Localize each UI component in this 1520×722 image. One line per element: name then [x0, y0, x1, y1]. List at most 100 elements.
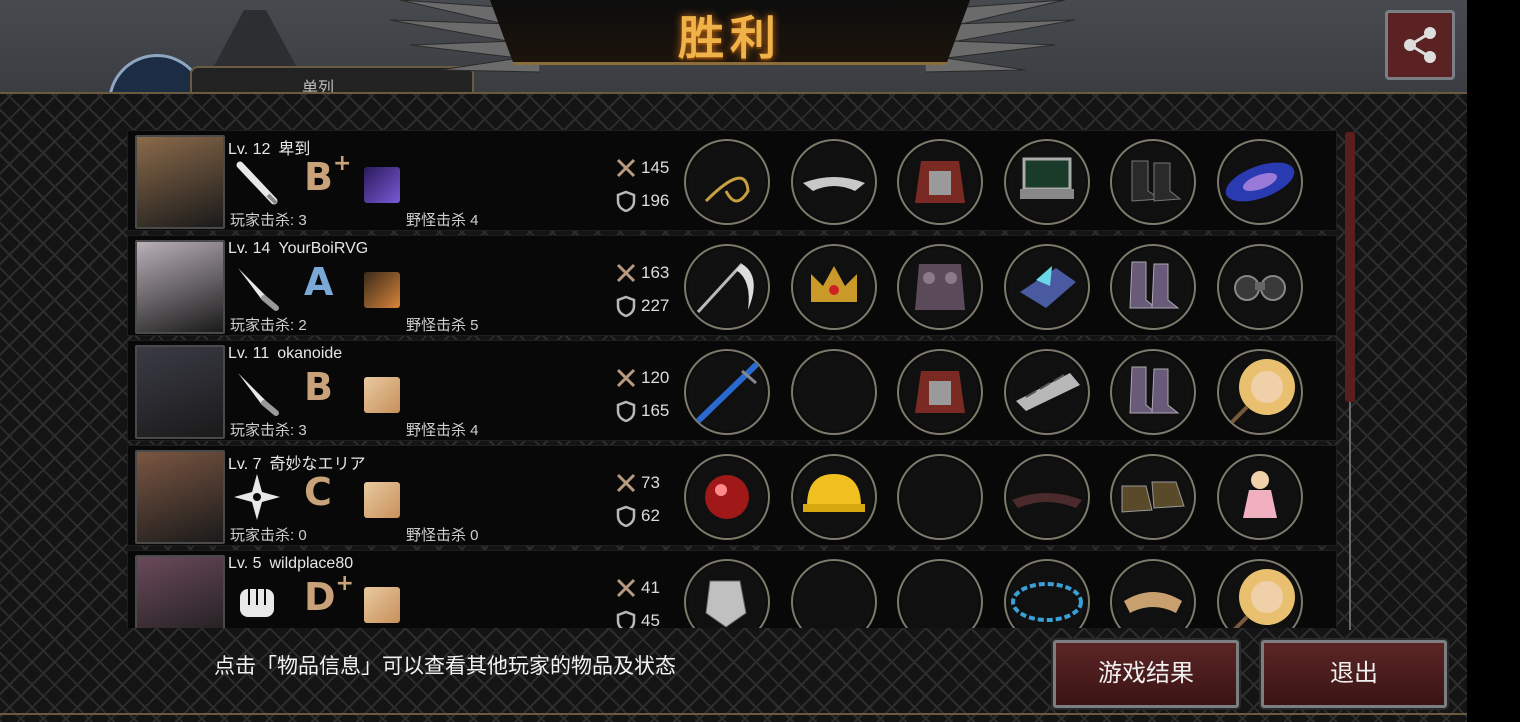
hand-skill-icon	[364, 377, 400, 413]
item-slot-gauntlet-silver[interactable]	[684, 559, 770, 628]
fan-portrait-icon	[1232, 569, 1295, 628]
player-list[interactable]: Lv. 12 卑到 B + 玩家击杀: 3 野怪击杀 4 145 196 Lv. 14 YourB…	[127, 130, 1337, 628]
player-row[interactable]: Lv. 11 okanoide B 玩家击杀: 3 野怪击杀 4 120 165	[127, 340, 1337, 441]
defense-stat: 62	[615, 505, 660, 527]
purple-beast-skill-icon	[364, 167, 400, 203]
item-slot-armor-red[interactable]	[897, 349, 983, 435]
item-slot-fan-portrait[interactable]	[1216, 559, 1303, 628]
player-header: Lv. 7 奇妙なエリア	[228, 450, 366, 474]
item-slot-galaxy[interactable]	[1216, 139, 1303, 225]
sword-blue-icon	[691, 362, 759, 428]
armor-purple-icon	[915, 264, 965, 310]
share-button[interactable]	[1385, 10, 1455, 80]
player-row[interactable]: Lv. 14 YourBoiRVG A 玩家击杀: 2 野怪击杀 5 163 227	[127, 235, 1337, 336]
player-header: Lv. 14 YourBoiRVG	[228, 240, 368, 258]
item-slot-empty[interactable]	[790, 349, 877, 435]
knife-icon	[232, 262, 282, 312]
red-orb-icon	[705, 475, 749, 519]
item-slot-empty[interactable]	[897, 454, 983, 540]
item-slot-whip[interactable]	[684, 139, 770, 225]
grade-plus: +	[332, 151, 352, 176]
shield-icon	[616, 610, 636, 628]
item-slot-armor-red[interactable]	[897, 139, 983, 225]
item-slot-fan-portrait[interactable]	[1216, 349, 1303, 435]
item-slot-circlet[interactable]	[790, 139, 877, 225]
item-slot-bracer-wood[interactable]	[1110, 559, 1196, 628]
player-portrait[interactable]	[135, 345, 225, 439]
attack-stat: 73	[615, 472, 660, 494]
item-slot-scythe[interactable]	[684, 244, 770, 330]
page-title: 胜利	[678, 12, 782, 64]
player-kills: 玩家击杀: 3	[230, 212, 307, 229]
item-slot-crown[interactable]	[790, 244, 877, 330]
item-slot-armor-purple[interactable]	[897, 244, 983, 330]
shuriken-icon	[232, 472, 282, 522]
item-slot-sword-blue[interactable]	[684, 349, 770, 435]
boots-brown-icon	[1121, 481, 1185, 513]
item-slot-binoculars[interactable]	[1216, 244, 1303, 330]
item-slot-boots-purple[interactable]	[1110, 244, 1196, 330]
bracer-wood-icon	[1124, 592, 1182, 613]
monster-kills: 野怪击杀 4	[406, 212, 479, 229]
defense-value: 196	[641, 191, 670, 210]
fist-icon	[232, 577, 282, 627]
player-portrait[interactable]	[135, 135, 225, 229]
item-slot-doll[interactable]	[1216, 454, 1303, 540]
player-portrait[interactable]	[135, 555, 225, 628]
player-name: YourBoiRVG	[278, 240, 369, 257]
grade-letter: A	[304, 260, 334, 304]
item-slot-red-orb[interactable]	[684, 454, 770, 540]
scroll-thumb[interactable]	[1345, 132, 1355, 402]
player-kills: 玩家击杀: 3	[230, 422, 307, 439]
item-slot-boots-brown[interactable]	[1110, 454, 1196, 540]
player-kills: 玩家击杀: 2	[230, 317, 307, 334]
player-portrait[interactable]	[135, 450, 225, 544]
gauntlet-silver-icon	[705, 580, 747, 628]
hard-hat-icon	[802, 474, 865, 512]
item-slot-empty[interactable]	[897, 559, 983, 628]
item-slot-hard-hat[interactable]	[790, 454, 877, 540]
attack-value: 41	[641, 578, 660, 597]
scrollbar[interactable]	[1345, 132, 1355, 630]
item-slot-bracer-brown[interactable]	[1003, 454, 1090, 540]
item-slot-laptop[interactable]	[1003, 139, 1090, 225]
attack-value: 145	[641, 158, 670, 177]
player-kills: 玩家击杀: 0	[230, 527, 307, 544]
share-icon	[1404, 27, 1436, 63]
attack-value: 120	[641, 368, 670, 387]
monster-kills: 野怪击杀 0	[406, 527, 479, 544]
defense-stat: 165	[615, 400, 669, 422]
game-result-button[interactable]: 游戏结果	[1053, 640, 1239, 708]
item-slot-boots-purple[interactable]	[1110, 349, 1196, 435]
exit-button[interactable]: 退出	[1261, 640, 1447, 708]
boots-black-icon	[1131, 160, 1182, 202]
item-slot-gauntlet-crystal[interactable]	[1003, 244, 1090, 330]
bottom-border	[0, 713, 1467, 715]
grade-letter: D	[304, 575, 336, 619]
crossed-swords-icon	[616, 368, 636, 388]
player-header: Lv. 12 卑到	[228, 135, 310, 159]
attack-stat: 41	[615, 577, 660, 599]
shield-icon	[616, 295, 636, 317]
defense-stat: 45	[615, 610, 660, 628]
item-slot-empty[interactable]	[790, 559, 877, 628]
player-header: Lv. 11 okanoide	[228, 345, 342, 363]
attack-stat: 120	[615, 367, 669, 389]
player-row[interactable]: Lv. 5 wildplace80 D+ 41 45	[127, 550, 1337, 628]
player-row[interactable]: Lv. 12 卑到 B+ 玩家击杀: 3 野怪击杀 4 145 196	[127, 130, 1337, 231]
defense-value: 62	[641, 506, 660, 525]
item-slot-necklace-blue[interactable]	[1003, 559, 1090, 628]
crossed-swords-icon	[616, 263, 636, 283]
baseball-bat-icon	[232, 157, 282, 207]
attack-value: 163	[641, 263, 670, 282]
results-panel: Lv. 12 卑到 B + 玩家击杀: 3 野怪击杀 4 145 196 Lv. 14 YourB…	[0, 92, 1467, 722]
crown-icon	[810, 266, 857, 302]
item-slot-bracer-silver[interactable]	[1003, 349, 1090, 435]
grade-letter: B	[304, 365, 333, 409]
item-slot-boots-black[interactable]	[1110, 139, 1196, 225]
player-grade: D+	[304, 571, 354, 619]
player-row[interactable]: Lv. 7 奇妙なエリア C 玩家击杀: 0 野怪击杀 0 73 62	[127, 445, 1337, 546]
player-portrait[interactable]	[135, 240, 225, 334]
player-level: Lv. 12	[228, 141, 271, 158]
player-grade: A	[304, 260, 333, 304]
